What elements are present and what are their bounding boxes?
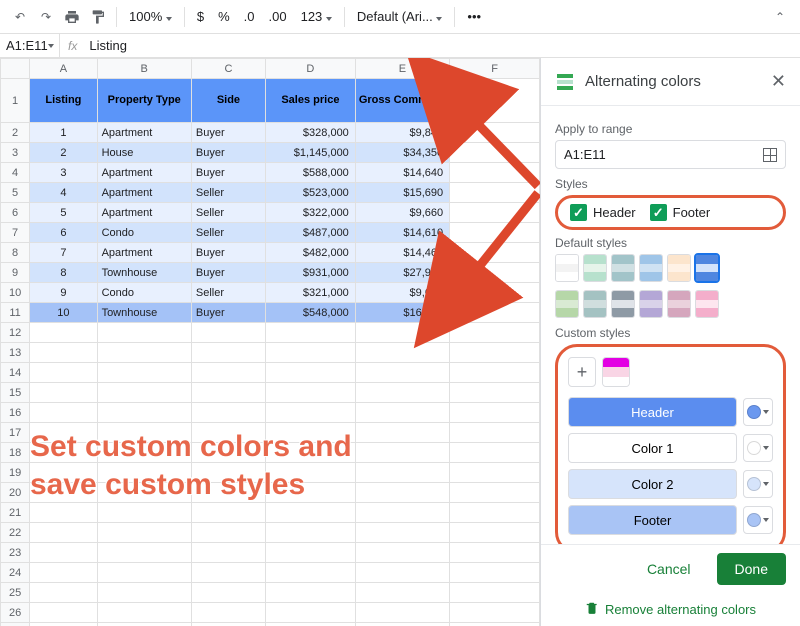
custom-style-swatch[interactable] — [602, 357, 630, 387]
default-style-swatch[interactable] — [611, 254, 635, 282]
table-row[interactable]: 21ApartmentBuyer$328,000$9,840 — [1, 123, 540, 143]
select-range-icon[interactable] — [763, 148, 777, 162]
default-style-swatch[interactable] — [555, 254, 579, 282]
row-header[interactable]: 23 — [1, 543, 30, 563]
table-row[interactable]: 32HouseBuyer$1,145,000$34,350 — [1, 143, 540, 163]
default-styles-label: Default styles — [555, 236, 786, 250]
collapse-toolbar-icon[interactable]: ⌃ — [768, 5, 792, 29]
default-style-swatch[interactable] — [555, 290, 579, 318]
default-style-swatch[interactable] — [611, 290, 635, 318]
currency-format[interactable]: $ — [191, 9, 210, 24]
done-button[interactable]: Done — [717, 553, 786, 585]
default-style-swatch[interactable] — [583, 290, 607, 318]
fx-icon: fx — [60, 39, 85, 53]
cancel-button[interactable]: Cancel — [629, 553, 709, 585]
row-header[interactable]: 13 — [1, 343, 30, 363]
paint-format-icon[interactable] — [86, 5, 110, 29]
close-icon[interactable]: ✕ — [771, 71, 786, 92]
row-header[interactable]: 20 — [1, 483, 30, 503]
table-row[interactable]: 76CondoSeller$487,000$14,610 — [1, 223, 540, 243]
apply-range-label: Apply to range — [555, 122, 786, 136]
redo-icon[interactable]: ↷ — [34, 5, 58, 29]
column-header[interactable]: C — [191, 59, 265, 79]
table-row[interactable]: 109CondoSeller$321,000$9,630 — [1, 283, 540, 303]
sheet-area[interactable]: ABCDEF1ListingProperty TypeSideSales pri… — [0, 58, 540, 626]
table-row[interactable]: 43ApartmentBuyer$588,000$14,640 — [1, 163, 540, 183]
table-row[interactable]: 98TownhouseBuyer$931,000$27,930 — [1, 263, 540, 283]
column-header[interactable]: D — [265, 59, 355, 79]
formula-bar: A1:E11 fx Listing — [0, 34, 800, 58]
table-row[interactable]: 87ApartmentBuyer$482,000$14,460 — [1, 243, 540, 263]
default-style-swatch[interactable] — [667, 254, 691, 282]
decrease-decimal[interactable]: .0 — [238, 9, 261, 24]
row-header[interactable]: 25 — [1, 583, 30, 603]
row-header[interactable]: 24 — [1, 563, 30, 583]
column-header[interactable]: E — [355, 59, 449, 79]
footer-color-pill: Footer — [568, 505, 737, 535]
row-header[interactable]: 18 — [1, 443, 30, 463]
header-color-picker[interactable] — [743, 398, 773, 426]
default-style-swatch[interactable] — [639, 290, 663, 318]
range-input[interactable]: A1:E11 — [555, 140, 786, 169]
color1-color-picker[interactable] — [743, 434, 773, 462]
column-header[interactable]: F — [450, 59, 540, 79]
row-header[interactable]: 22 — [1, 523, 30, 543]
color1-color-pill: Color 1 — [568, 433, 737, 463]
color2-color-picker[interactable] — [743, 470, 773, 498]
row-header[interactable]: 27 — [1, 623, 30, 626]
default-style-swatch[interactable] — [667, 290, 691, 318]
column-header[interactable]: A — [30, 59, 97, 79]
row-header[interactable]: 15 — [1, 383, 30, 403]
formula-input[interactable]: Listing — [85, 38, 131, 53]
default-style-swatch[interactable] — [695, 290, 719, 318]
panel-title: Alternating colors — [585, 73, 761, 90]
header-color-pill: Header — [568, 397, 737, 427]
default-style-swatch[interactable] — [583, 254, 607, 282]
increase-decimal[interactable]: .00 — [263, 9, 293, 24]
table-row[interactable]: 54ApartmentSeller$523,000$15,690 — [1, 183, 540, 203]
default-style-swatch[interactable] — [695, 254, 719, 282]
row-header[interactable]: 21 — [1, 503, 30, 523]
toolbar-more[interactable]: ••• — [461, 9, 487, 24]
default-style-swatch[interactable] — [639, 254, 663, 282]
header-checkbox[interactable]: ✓Header — [570, 204, 636, 221]
undo-icon[interactable]: ↶ — [8, 5, 32, 29]
row-header[interactable]: 17 — [1, 423, 30, 443]
add-custom-style-button[interactable]: + — [568, 357, 596, 387]
row-header[interactable]: 14 — [1, 363, 30, 383]
toolbar: ↶ ↷ 100% $ % .0 .00 123 Default (Ari... … — [0, 0, 800, 34]
row-header[interactable]: 16 — [1, 403, 30, 423]
alternating-colors-icon — [555, 72, 575, 92]
footer-color-picker[interactable] — [743, 506, 773, 534]
row-header[interactable]: 12 — [1, 323, 30, 343]
row-header[interactable]: 26 — [1, 603, 30, 623]
styles-label: Styles — [555, 177, 786, 191]
row-header[interactable]: 1 — [1, 79, 30, 123]
alternating-colors-panel: Alternating colors ✕ Apply to range A1:E… — [540, 58, 800, 626]
footer-checkbox[interactable]: ✓Footer — [650, 204, 711, 221]
remove-alternating-colors[interactable]: Remove alternating colors — [541, 593, 800, 626]
table-row[interactable]: 65ApartmentSeller$322,000$9,660 — [1, 203, 540, 223]
styles-checkbox-group: ✓Header ✓Footer — [555, 195, 786, 230]
trash-icon — [585, 601, 599, 618]
custom-styles-label: Custom styles — [555, 326, 786, 340]
table-row[interactable]: 1110TownhouseBuyer$548,000$16,440 — [1, 303, 540, 323]
print-icon[interactable] — [60, 5, 84, 29]
color2-color-pill: Color 2 — [568, 469, 737, 499]
percent-format[interactable]: % — [212, 9, 236, 24]
font-dropdown[interactable]: Default (Ari... — [351, 9, 448, 24]
more-formats[interactable]: 123 — [295, 9, 338, 24]
column-header[interactable]: B — [97, 59, 191, 79]
row-header[interactable]: 19 — [1, 463, 30, 483]
name-box[interactable]: A1:E11 — [0, 34, 60, 57]
custom-styles-group: + Header Color 1 Color 2 Footer — [555, 344, 786, 544]
zoom-dropdown[interactable]: 100% — [123, 9, 178, 24]
